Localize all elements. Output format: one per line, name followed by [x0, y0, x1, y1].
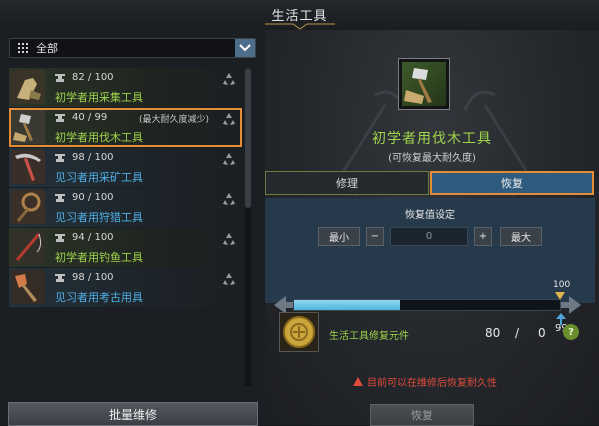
- repair-part-icon: [279, 312, 319, 352]
- tool-durability: 82 / 100: [72, 72, 114, 83]
- grid-icon: [18, 43, 28, 53]
- tool-durability: 98 / 100: [72, 272, 114, 283]
- tab-repair[interactable]: 修理: [265, 171, 429, 195]
- help-icon[interactable]: ?: [563, 324, 579, 340]
- selected-item-icon-frame: [398, 58, 450, 110]
- tool-row-fishing[interactable]: 94 / 100 初学者用钓鱼工具: [9, 228, 242, 267]
- warning-message: 目前可以在维修后恢复耐久性: [353, 374, 497, 389]
- tool-name: 见习者用采矿工具: [55, 171, 143, 184]
- tab-restore[interactable]: 恢复: [430, 171, 594, 195]
- tool-durability: 94 / 100: [72, 232, 114, 243]
- tool-detail-panel: 初学者用伐木工具 (可恢复最大耐久度) 修理 恢复 恢复值设定 最小 − 0 +…: [265, 30, 599, 426]
- scroll-thumb[interactable]: [245, 68, 251, 208]
- anvil-icon: [55, 274, 65, 282]
- logging-axe-icon: [11, 110, 45, 144]
- tool-name: 见习者用考古用具: [55, 291, 143, 304]
- tool-row-gathering[interactable]: 82 / 100 初学者用采集工具: [9, 68, 242, 107]
- restore-button[interactable]: 恢复: [370, 404, 474, 426]
- title-ornament-icon: [265, 23, 335, 30]
- warning-triangle-icon: [353, 377, 363, 386]
- tool-list: 82 / 100 初学者用采集工具 40 / 99 (最大耐久度减少) 初学者用…: [9, 68, 242, 386]
- selected-item-name: 初学者用伐木工具: [372, 131, 492, 147]
- category-filter-dropdown[interactable]: 全部: [9, 38, 256, 58]
- anvil-icon: [55, 234, 65, 242]
- max-button[interactable]: 最大: [500, 227, 542, 246]
- tool-name: 见习者用狩猎工具: [55, 211, 143, 224]
- max-durability-reduced-note: (最大耐久度减少): [139, 115, 210, 125]
- fishing-rod-icon: [11, 230, 45, 264]
- anvil-icon: [55, 74, 65, 82]
- restore-value-panel: 恢复值设定 最小 − 0 + 最大: [265, 198, 595, 303]
- hunting-tool-icon: [11, 190, 45, 224]
- recycle-icon[interactable]: [223, 73, 235, 85]
- window-title-bar: 生活工具: [0, 0, 599, 30]
- recycle-icon[interactable]: [223, 153, 235, 165]
- tool-row-mining[interactable]: 98 / 100 见习者用采矿工具: [9, 148, 242, 187]
- tool-durability: 40 / 99: [72, 112, 108, 123]
- material-required-count: 0: [538, 326, 546, 340]
- filter-selected-label: 全部: [36, 42, 58, 55]
- logging-axe-icon: [404, 68, 432, 104]
- tool-row-logging[interactable]: 40 / 99 (最大耐久度减少) 初学者用伐木工具: [9, 108, 242, 147]
- restore-value-input[interactable]: 0: [390, 227, 468, 246]
- anvil-icon: [55, 154, 65, 162]
- tool-list-panel: 全部 82 / 100 初学者用采集工具 40 / 99 (最大耐久度减少) 初…: [0, 30, 265, 426]
- decrement-button[interactable]: −: [366, 227, 384, 246]
- mining-pick-icon: [11, 150, 45, 184]
- tool-durability: 98 / 100: [72, 152, 114, 163]
- gathering-tool-icon: [11, 70, 45, 104]
- batch-repair-button[interactable]: 批量维修: [8, 402, 258, 426]
- recycle-icon[interactable]: [223, 193, 235, 205]
- tool-name: 初学者用伐木工具: [55, 131, 143, 144]
- restore-slider-track[interactable]: [293, 299, 561, 311]
- recycle-icon[interactable]: [223, 273, 235, 285]
- dropdown-toggle[interactable]: [235, 39, 255, 57]
- increment-button[interactable]: +: [474, 227, 492, 246]
- material-separator: /: [515, 326, 520, 340]
- restore-slider-fill: [294, 300, 401, 310]
- warning-text: 目前可以在维修后恢复耐久性: [367, 378, 497, 389]
- anvil-icon: [55, 194, 65, 202]
- min-button[interactable]: 最小: [318, 227, 360, 246]
- tool-row-hunting[interactable]: 90 / 100 见习者用狩猎工具: [9, 188, 242, 227]
- tool-name: 初学者用钓鱼工具: [55, 251, 143, 264]
- tool-list-scrollbar[interactable]: [245, 68, 251, 386]
- tool-name: 初学者用采集工具: [55, 91, 143, 104]
- selected-item-subtitle: (可恢复最大耐久度): [388, 153, 476, 164]
- tool-row-archaeology[interactable]: 98 / 100 见习者用考古用具: [9, 268, 242, 307]
- restore-value-title: 恢复值设定: [405, 210, 455, 221]
- recycle-icon[interactable]: [223, 233, 235, 245]
- material-owned-count: 80: [485, 326, 501, 340]
- material-row: 生活工具修复元件 80 / 0 ?: [279, 312, 591, 356]
- archaeology-shovel-icon: [11, 270, 45, 304]
- material-name: 生活工具修复元件: [329, 331, 409, 342]
- chevron-down-icon: [239, 44, 251, 52]
- tool-durability: 90 / 100: [72, 192, 114, 203]
- slider-max-value: 100: [553, 280, 571, 290]
- recycle-icon[interactable]: [223, 113, 235, 125]
- anvil-icon: [55, 114, 65, 122]
